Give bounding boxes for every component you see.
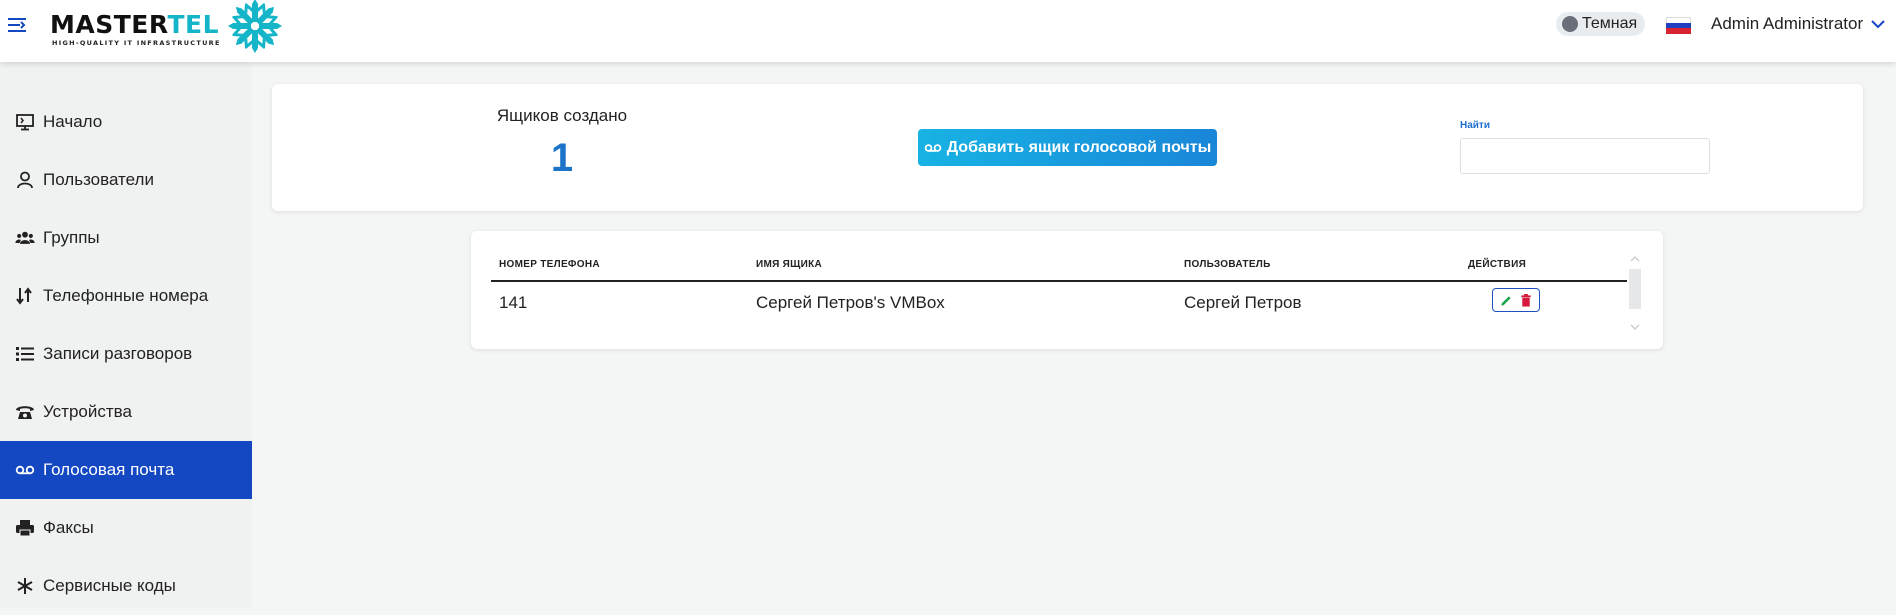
- voicemail-icon: [924, 143, 941, 152]
- sidebar-item-groups[interactable]: Группы: [0, 209, 252, 267]
- scroll-up-icon[interactable]: [1629, 253, 1641, 265]
- user-name: Admin Administrator: [1711, 14, 1864, 33]
- delete-trash-icon[interactable]: [1518, 292, 1534, 308]
- monitor-icon: [15, 112, 35, 132]
- sidebar-item-label: Пользователи: [43, 170, 154, 189]
- user-menu[interactable]: Admin Administrator: [1711, 14, 1887, 34]
- menu-toggle-icon[interactable]: [6, 14, 28, 36]
- user-icon: [15, 170, 35, 190]
- stats-card: Ящиков создано 1 Добавить ящик голосовой…: [272, 84, 1863, 211]
- sidebar-item-voicemail[interactable]: Голосовая почта: [0, 441, 252, 499]
- sidebar-item-label: Записи разговоров: [43, 344, 193, 363]
- sidebar-item-label: Сервисные коды: [43, 576, 176, 595]
- sidebar-item-phone-numbers[interactable]: Телефонные номера: [0, 267, 252, 325]
- sidebar-item-label: Факсы: [43, 518, 94, 537]
- theme-label: Темная: [1582, 15, 1638, 32]
- chevron-down-icon: [1871, 20, 1885, 29]
- sidebar-item-users[interactable]: Пользователи: [0, 151, 252, 209]
- sidebar: Начало Пользователи Группы Телефонные но…: [0, 62, 252, 608]
- stats-value: 1: [550, 136, 574, 180]
- top-header: MASTERTEL HIGH-QUALITY IT INFRASTRUCTURE: [0, 0, 1896, 62]
- sidebar-item-label: Группы: [43, 228, 100, 247]
- users-group-icon: [15, 228, 35, 248]
- add-voicemail-label: Добавить ящик голосовой почты: [946, 138, 1212, 156]
- row-actions: [1492, 288, 1540, 312]
- table-header: НОМЕР ТЕЛЕФОНА ИМЯ ЯЩИКА ПОЛЬЗОВАТЕЛЬ ДЕ…: [491, 259, 1627, 282]
- search-label: Найти: [1460, 120, 1490, 131]
- brand-tagline: HIGH-QUALITY IT INFRASTRUCTURE: [52, 39, 221, 47]
- phone-icon: [15, 402, 35, 422]
- column-header-phone[interactable]: НОМЕР ТЕЛЕФОНА: [499, 259, 600, 270]
- table-row[interactable]: 141 Сергей Петров's VMBox Сергей Петров: [491, 282, 1627, 324]
- sidebar-item-label: Голосовая почта: [43, 460, 175, 479]
- stats-title: Ящиков создано: [496, 106, 628, 125]
- printer-icon: [15, 518, 35, 538]
- voicemail-table-card: НОМЕР ТЕЛЕФОНА ИМЯ ЯЩИКА ПОЛЬЗОВАТЕЛЬ ДЕ…: [471, 231, 1663, 349]
- sidebar-item-service-codes[interactable]: Сервисные коды: [0, 557, 252, 615]
- scroll-down-icon[interactable]: [1629, 321, 1641, 333]
- search-input[interactable]: [1460, 138, 1710, 174]
- column-header-box-name[interactable]: ИМЯ ЯЩИКА: [756, 259, 822, 270]
- sidebar-item-label: Начало: [43, 112, 103, 131]
- voicemail-icon: [15, 460, 35, 480]
- ru-flag-icon[interactable]: [1666, 17, 1691, 34]
- cell-user: Сергей Петров: [1184, 293, 1302, 312]
- cell-phone: 141: [499, 293, 528, 312]
- sidebar-item-label: Телефонные номера: [43, 286, 209, 305]
- brand-logo[interactable]: MASTERTEL HIGH-QUALITY IT INFRASTRUCTURE: [50, 0, 285, 55]
- column-header-actions: ДЕЙСТВИЯ: [1468, 259, 1527, 270]
- add-voicemail-button[interactable]: Добавить ящик голосовой почты: [918, 129, 1217, 166]
- theme-toggle[interactable]: Темная: [1556, 12, 1646, 36]
- brand-name: MASTERTEL: [50, 10, 220, 39]
- sort-arrows-icon: [15, 286, 35, 306]
- table-scrollbar[interactable]: [1627, 253, 1643, 333]
- sidebar-item-label: Устройства: [43, 402, 132, 421]
- sidebar-item-faxes[interactable]: Факсы: [0, 499, 252, 557]
- column-header-user[interactable]: ПОЛЬЗОВАТЕЛЬ: [1184, 259, 1271, 270]
- scroll-thumb[interactable]: [1629, 269, 1641, 309]
- snowflake-logo-icon: [228, 0, 282, 53]
- toggle-knob-icon: [1562, 16, 1578, 32]
- sidebar-item-home[interactable]: Начало: [0, 93, 252, 151]
- sidebar-item-call-records[interactable]: Записи разговоров: [0, 325, 252, 383]
- asterisk-icon: [15, 576, 35, 596]
- cell-box-name: Сергей Петров's VMBox: [756, 293, 945, 312]
- sidebar-item-devices[interactable]: Устройства: [0, 383, 252, 441]
- edit-pencil-icon[interactable]: [1499, 292, 1515, 308]
- list-icon: [15, 344, 35, 364]
